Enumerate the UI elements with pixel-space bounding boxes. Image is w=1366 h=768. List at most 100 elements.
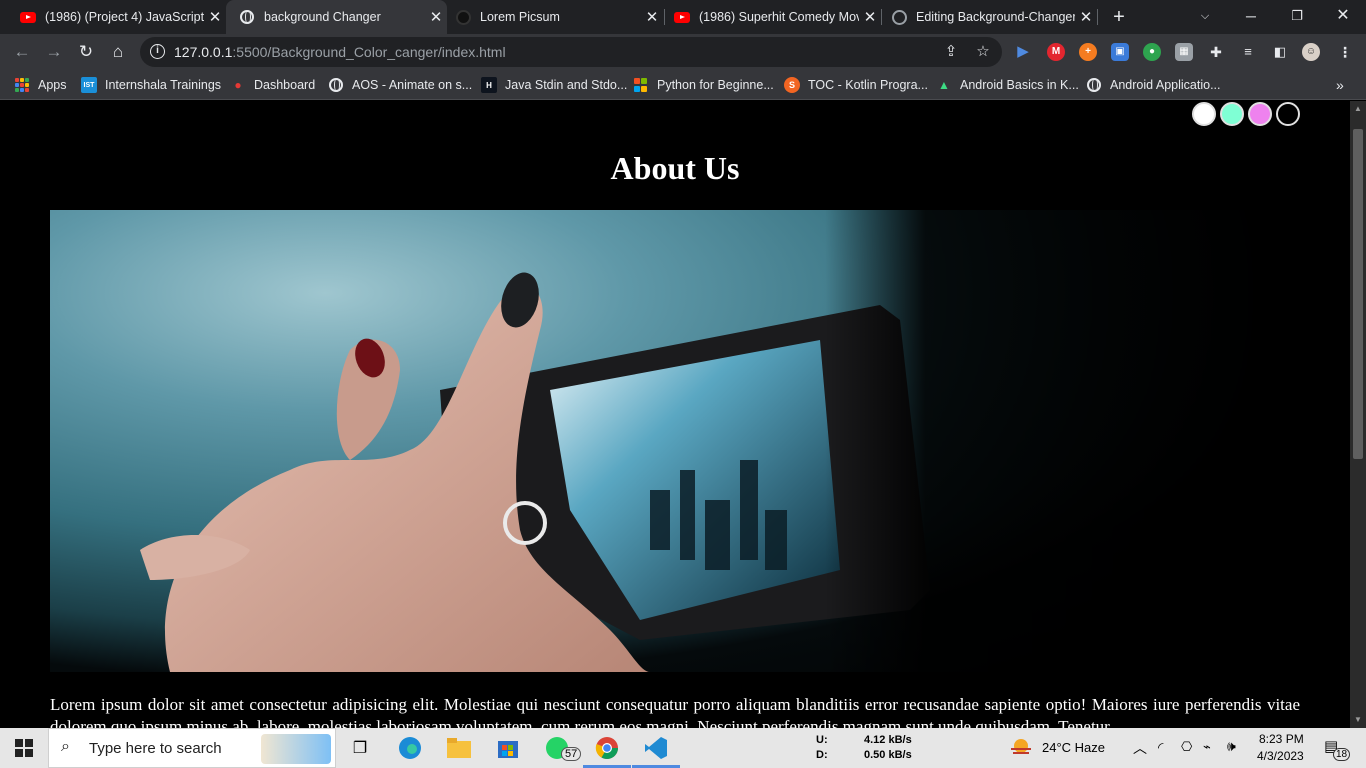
net-down-label: D: <box>816 749 828 761</box>
site-info-icon[interactable]: i <box>150 44 165 59</box>
extension-m-icon[interactable]: M <box>1047 43 1065 61</box>
windows-taskbar: ⌕ Type here to search ❐ 57 U: 4.12 kB/s … <box>0 728 1366 768</box>
youtube-icon <box>674 9 690 25</box>
globe-icon <box>328 77 344 93</box>
swatch-aquamarine[interactable] <box>1220 102 1244 126</box>
youtube-icon <box>20 9 36 25</box>
close-icon[interactable]: ✕ <box>859 8 881 26</box>
page-scrollbar[interactable]: ▲ ▼ <box>1350 101 1366 728</box>
extension-plus-icon[interactable]: + <box>1079 43 1097 61</box>
share-icon[interactable]: ⇪ <box>942 43 960 61</box>
home-button[interactable]: ⌂ <box>106 40 130 64</box>
close-icon[interactable]: ✕ <box>1075 8 1097 26</box>
wifi-icon[interactable]: ◜ <box>1158 739 1163 756</box>
bookmark-dashboard[interactable]: ● Dashboard <box>230 76 315 94</box>
close-icon[interactable]: ✕ <box>204 8 226 26</box>
close-window-button[interactable]: ✕ <box>1320 0 1366 34</box>
tab-background-changer[interactable]: background Changer ✕ <box>226 0 447 34</box>
bookmark-label: AOS - Animate on s... <box>352 78 473 92</box>
bookmark-label: TOC - Kotlin Progra... <box>808 78 928 92</box>
taskbar-search[interactable]: ⌕ Type here to search <box>48 728 336 768</box>
reload-button[interactable]: ↻ <box>74 40 98 64</box>
microsoft-store-icon[interactable] <box>494 734 522 762</box>
bookmarks-overflow-icon[interactable]: » <box>1336 76 1344 94</box>
tab-title: (1986) (Project 4) JavaScript T <box>45 10 204 24</box>
media-queue-icon[interactable]: ≡ <box>1239 43 1257 61</box>
scrollbar-thumb[interactable] <box>1353 129 1363 459</box>
color-swatches <box>1192 102 1300 126</box>
extension-arrow-icon[interactable]: ▶ <box>1014 43 1032 61</box>
page-viewport: About Us Lorem ipsum dolor sit amet cons… <box>0 101 1350 728</box>
page-title: About Us <box>610 150 740 186</box>
back-button[interactable]: ← <box>10 40 34 64</box>
kotlin-icon: S <box>784 77 800 93</box>
bookmark-aos[interactable]: AOS - Animate on s... <box>328 76 472 94</box>
tab-youtube-project[interactable]: (1986) (Project 4) JavaScript T ✕ <box>0 0 226 34</box>
vscode-icon[interactable] <box>642 734 670 762</box>
new-tab-button[interactable]: + <box>1108 6 1130 28</box>
chevron-up-icon[interactable]: ︿ <box>1133 738 1147 758</box>
tab-search-chevron-icon[interactable]: ⌵ <box>1182 0 1228 34</box>
address-bar[interactable]: i 127.0.0.1:5500/Background_Color_canger… <box>140 37 1002 67</box>
tab-lorem-picsum[interactable]: Lorem Picsum ✕ <box>447 0 663 34</box>
bookmark-label: Android Applicatio... <box>1110 78 1221 92</box>
extension-screen-icon[interactable]: ▣ <box>1111 43 1129 61</box>
bookmark-android-basics[interactable]: ▲ Android Basics in K... <box>936 76 1079 94</box>
edge-icon[interactable] <box>396 734 424 762</box>
net-down-speed: 0.50 kB/s <box>864 749 912 761</box>
profile-avatar[interactable]: ☺ <box>1302 43 1320 61</box>
close-icon[interactable]: ✕ <box>641 8 663 26</box>
swatch-violet[interactable] <box>1248 102 1272 126</box>
extensions-puzzle-icon[interactable]: ✚ <box>1207 43 1225 61</box>
tab-youtube-comedy[interactable]: (1986) Superhit Comedy Mov ✕ <box>664 0 881 34</box>
swatch-white[interactable] <box>1192 102 1216 126</box>
bookmark-internshala[interactable]: IST Internshala Trainings <box>81 76 221 94</box>
clock-time[interactable]: 8:23 PM <box>1259 732 1304 746</box>
tab-title: Editing Background-Changer <box>916 10 1075 24</box>
tab-github-editing[interactable]: Editing Background-Changer ✕ <box>881 0 1097 34</box>
chrome-icon[interactable] <box>593 734 621 762</box>
task-view-icon[interactable]: ❐ <box>346 734 374 762</box>
swatch-black[interactable] <box>1276 102 1300 126</box>
scroll-up-icon[interactable]: ▲ <box>1350 101 1366 117</box>
bookmark-python[interactable]: Python for Beginne... <box>633 76 774 94</box>
bookmarks-bar: Apps IST Internshala Trainings ● Dashboa… <box>0 70 1366 100</box>
clock-date[interactable]: 4/3/2023 <box>1257 749 1304 763</box>
onedrive-icon[interactable]: ⎔ <box>1181 739 1192 755</box>
side-panel-icon[interactable]: ◧ <box>1271 43 1289 61</box>
globe-icon <box>1086 77 1102 93</box>
tab-title: (1986) Superhit Comedy Mov <box>699 10 859 24</box>
extension-image-icon[interactable]: ▦ <box>1175 43 1193 61</box>
extension-grammarly-icon[interactable]: ● <box>1143 43 1161 61</box>
weather-text[interactable]: 24°C Haze <box>1042 740 1105 755</box>
power-icon[interactable]: ⌁ <box>1203 739 1211 755</box>
search-placeholder: Type here to search <box>89 740 222 757</box>
phone-photo-illustration <box>50 210 1300 672</box>
file-explorer-icon[interactable] <box>445 734 473 762</box>
android-icon: ▲ <box>938 78 950 92</box>
url-text[interactable]: 127.0.0.1:5500/Background_Color_canger/i… <box>174 44 506 60</box>
tab-strip: (1986) (Project 4) JavaScript T ✕ backgr… <box>0 0 1366 34</box>
globe-icon <box>239 9 255 25</box>
scroll-down-icon[interactable]: ▼ <box>1350 712 1366 728</box>
bookmark-apps[interactable]: Apps <box>14 76 67 94</box>
close-icon[interactable]: ✕ <box>425 8 447 26</box>
restore-button[interactable]: ❐ <box>1274 0 1320 34</box>
about-paragraph: Lorem ipsum dolor sit amet consectetur a… <box>50 695 1300 728</box>
microsoft-icon <box>633 77 649 93</box>
notification-count: 18 <box>1333 748 1351 761</box>
bookmark-android-app[interactable]: Android Applicatio... <box>1086 76 1221 94</box>
hackerrank-icon: H <box>481 77 497 93</box>
bookmark-star-icon[interactable]: ☆ <box>974 43 992 61</box>
search-highlight-icon <box>261 734 331 764</box>
forward-button[interactable]: → <box>42 40 66 64</box>
windows-start-icon[interactable] <box>10 734 38 762</box>
volume-icon[interactable]: 🕪 <box>1227 738 1236 755</box>
weather-haze-icon[interactable] <box>1008 734 1034 762</box>
minimize-button[interactable]: ─ <box>1228 0 1274 34</box>
net-up-label: U: <box>816 734 828 746</box>
menu-kebab-icon[interactable]: ⋮ <box>1336 43 1354 61</box>
bookmark-kotlin[interactable]: S TOC - Kotlin Progra... <box>784 76 928 94</box>
search-icon: ⌕ <box>61 738 70 755</box>
bookmark-java-stdin[interactable]: H Java Stdin and Stdo... <box>481 76 627 94</box>
